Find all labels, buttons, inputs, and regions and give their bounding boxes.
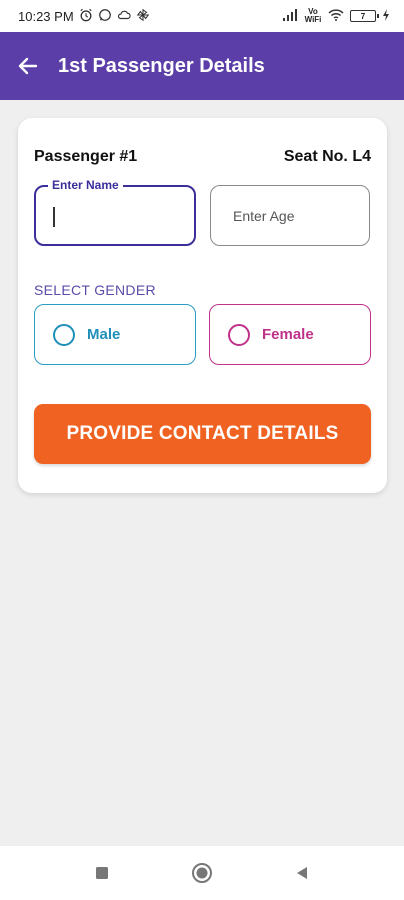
vowifi-label: Vo WiFi <box>304 7 322 24</box>
back-arrow-icon <box>18 57 38 75</box>
seat-label: Seat No. L4 <box>283 148 371 165</box>
select-gender-label: SELECT GENDER <box>34 282 156 298</box>
name-input-label: Enter Name <box>48 178 123 192</box>
status-bar: 10:23 PM Vo WiFi 7 <box>0 0 404 32</box>
provide-contact-details-button[interactable]: PROVIDE CONTACT DETAILS <box>34 404 371 464</box>
passenger-card: Passenger #1 Seat No. L4 Enter Name Ente… <box>18 118 387 493</box>
age-input-placeholder: Enter Age <box>233 207 295 224</box>
name-input[interactable]: Enter Name <box>34 178 196 246</box>
triangle-back-icon <box>297 867 307 879</box>
page-title: 1st Passenger Details <box>58 54 265 77</box>
battery-level: 7 <box>360 11 366 21</box>
cloud-icon <box>117 8 131 25</box>
pinwheel-icon <box>136 8 150 25</box>
gender-option-label: Male <box>87 326 121 343</box>
gender-option-male[interactable]: Male <box>34 304 196 365</box>
recents-button[interactable] <box>90 861 114 885</box>
home-circle-icon <box>192 863 212 883</box>
status-left: 10:23 PM <box>18 8 150 25</box>
radio-circle-icon <box>53 323 75 346</box>
charging-icon <box>382 8 390 24</box>
battery-icon: 7 <box>350 10 379 22</box>
square-icon <box>96 867 108 879</box>
back-nav-button[interactable] <box>290 861 314 885</box>
wifi-icon <box>328 8 344 24</box>
whatsapp-icon <box>98 8 112 25</box>
age-input[interactable]: Enter Age <box>210 185 370 246</box>
system-nav-bar <box>0 846 404 900</box>
passenger-header: Passenger #1 Seat No. L4 <box>34 148 371 166</box>
status-right: Vo WiFi 7 <box>282 8 390 24</box>
passenger-label: Passenger #1 <box>34 148 138 165</box>
text-cursor <box>53 207 55 227</box>
signal-icon <box>282 8 298 24</box>
back-button[interactable] <box>12 50 44 82</box>
home-button[interactable] <box>190 861 214 885</box>
app-bar: 1st Passenger Details <box>0 32 404 100</box>
status-time: 10:23 PM <box>18 8 74 24</box>
gender-option-female[interactable]: Female <box>209 304 371 365</box>
gender-option-label: Female <box>262 326 314 343</box>
radio-circle-icon <box>228 323 250 346</box>
alarm-icon <box>79 8 93 25</box>
